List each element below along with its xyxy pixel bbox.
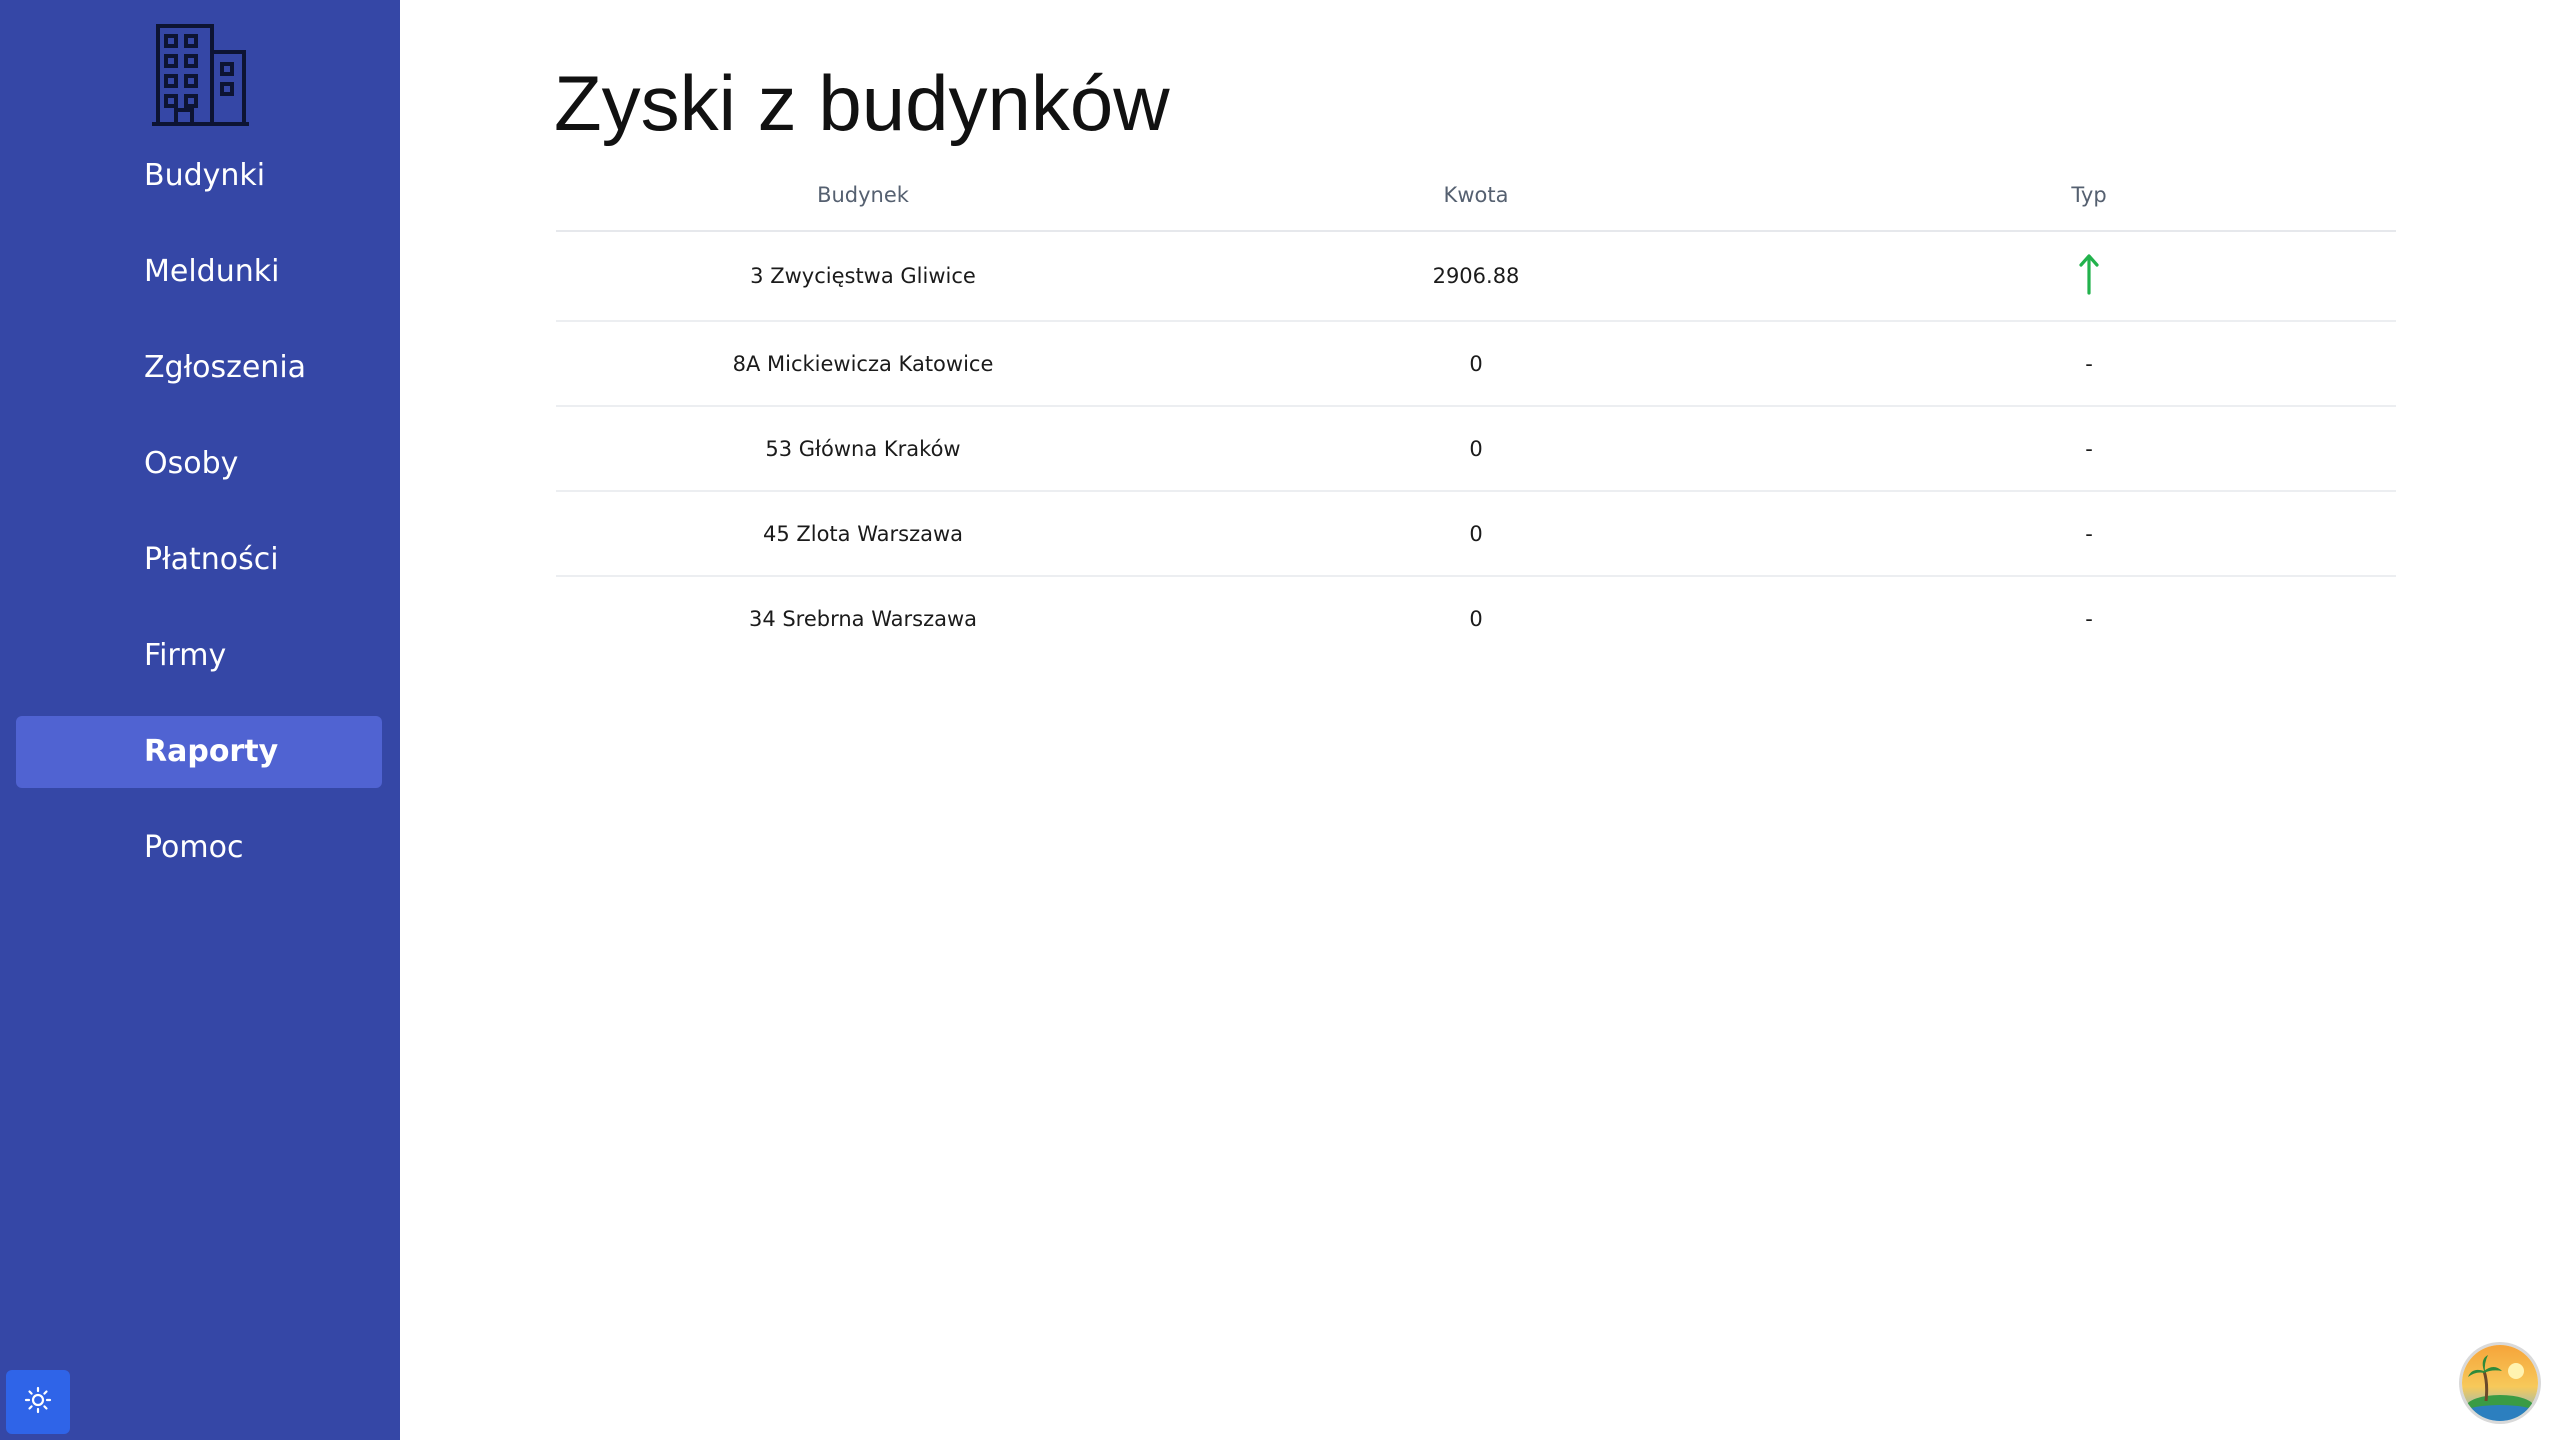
- table-row: 3 Zwycięstwa Gliwice 2906.88: [556, 231, 2396, 322]
- building-icon[interactable]: [150, 22, 250, 127]
- cell-amount: 0: [1170, 491, 1782, 577]
- cell-type: -: [1782, 321, 2396, 407]
- table-row: 53 Główna Kraków 0 -: [556, 406, 2396, 492]
- cell-amount: 0: [1469, 606, 1483, 631]
- cell-building: 3 Zwycięstwa Gliwice: [556, 231, 1170, 322]
- cell-type: -: [1782, 491, 2396, 577]
- cell-building: 53 Główna Kraków: [556, 406, 1170, 492]
- cell-type: -: [2085, 606, 2093, 631]
- sun-icon: [24, 1386, 52, 1419]
- table-row: 8A Mickiewicza Katowice 0 -: [556, 321, 2396, 407]
- sidebar-item-meldunki[interactable]: Meldunki: [16, 236, 382, 308]
- theme-toggle-button[interactable]: [6, 1370, 70, 1434]
- cell-amount: 2906.88: [1170, 231, 1782, 322]
- column-header-building: Budynek: [556, 160, 1170, 232]
- user-avatar-icon[interactable]: [2462, 1345, 2538, 1421]
- sidebar-item-osoby[interactable]: Osoby: [16, 428, 382, 500]
- main-content: Zyski z budynków Budynek Kwota Typ 3 Zwy…: [400, 0, 2560, 1440]
- cell-type: -: [1782, 406, 2396, 492]
- sidebar-item-zgloszenia[interactable]: Zgłoszenia: [16, 332, 382, 404]
- page-title: Zyski z budynków: [554, 59, 1170, 147]
- sidebar-item-pomoc[interactable]: Pomoc: [16, 812, 382, 884]
- cell-type: [1782, 231, 2396, 322]
- sidebar-nav: Budynki Meldunki Zgłoszenia Osoby Płatno…: [16, 140, 382, 908]
- sidebar-item-firmy[interactable]: Firmy: [16, 620, 382, 692]
- table-header-row: Budynek Kwota Typ: [556, 160, 2396, 232]
- cell-amount: 0: [1170, 406, 1782, 492]
- table-row: 34 Srebrna Warszawa 0 -: [556, 576, 2396, 660]
- sidebar-item-raporty[interactable]: Raporty: [16, 716, 382, 788]
- cell-building: 8A Mickiewicza Katowice: [556, 321, 1170, 407]
- column-header-amount: Kwota: [1170, 160, 1782, 232]
- sidebar-item-platnosci[interactable]: Płatności: [16, 524, 382, 596]
- cell-amount: 0: [1170, 321, 1782, 407]
- sidebar-item-budynki[interactable]: Budynki: [16, 140, 382, 212]
- arrow-up-icon: [2078, 253, 2100, 300]
- cell-building: 45 Zlota Warszawa: [556, 491, 1170, 577]
- cell-building: 34 Srebrna Warszawa: [748, 606, 978, 631]
- table-row: 45 Zlota Warszawa 0 -: [556, 491, 2396, 577]
- sidebar: Budynki Meldunki Zgłoszenia Osoby Płatno…: [0, 0, 400, 1440]
- app-root: Budynki Meldunki Zgłoszenia Osoby Płatno…: [0, 0, 2560, 1440]
- column-header-type: Typ: [1782, 160, 2396, 232]
- profits-table: Budynek Kwota Typ 3 Zwycięstwa Gliwice 2…: [556, 160, 2396, 660]
